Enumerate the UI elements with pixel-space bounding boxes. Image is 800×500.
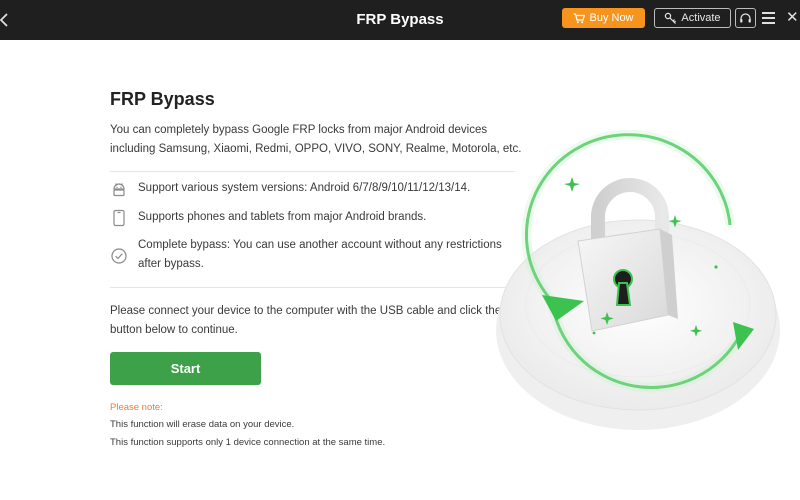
buy-now-label: Buy Now bbox=[589, 12, 634, 24]
page-title: FRP Bypass bbox=[110, 89, 215, 109]
activate-label: Activate bbox=[681, 12, 721, 24]
feature-text: Supports phones and tablets from major A… bbox=[138, 211, 427, 223]
feature-item-android: Support various system versions: Android… bbox=[110, 179, 470, 198]
divider bbox=[110, 287, 515, 288]
main-content: FRP Bypass You can completely bypass Goo… bbox=[0, 40, 800, 500]
menu-icon-bar bbox=[762, 12, 775, 14]
feature-text: Complete bypass: You can use another acc… bbox=[138, 239, 502, 270]
menu-icon-bar bbox=[762, 22, 775, 24]
lock-illustration bbox=[490, 125, 800, 445]
headset-icon bbox=[740, 12, 751, 22]
feature-text: Support various system versions: Android… bbox=[138, 182, 471, 194]
activate-button[interactable]: Activate bbox=[654, 8, 731, 28]
note-title: Please note: bbox=[110, 402, 163, 413]
buy-now-button[interactable]: Buy Now bbox=[562, 8, 645, 28]
note-line: This function supports only 1 device con… bbox=[110, 437, 386, 448]
page-description: You can completely bypass Google FRP loc… bbox=[110, 124, 522, 155]
cart-icon bbox=[573, 12, 586, 23]
note-line: This function will erase data on your de… bbox=[110, 419, 295, 430]
back-button[interactable] bbox=[0, 12, 10, 28]
menu-icon-bar bbox=[762, 17, 775, 19]
feature-item-complete-bypass: Complete bypass: You can use another acc… bbox=[110, 236, 520, 274]
feature-item-devices: Supports phones and tablets from major A… bbox=[110, 208, 426, 227]
close-button[interactable]: ✕ bbox=[786, 6, 800, 30]
android-icon bbox=[113, 183, 125, 197]
check-circle-icon bbox=[111, 248, 127, 264]
chevron-left-icon bbox=[0, 13, 8, 27]
key-icon bbox=[665, 12, 677, 24]
menu-button[interactable] bbox=[762, 10, 778, 26]
divider bbox=[110, 171, 515, 172]
close-icon: ✕ bbox=[786, 9, 799, 26]
connect-instructions: Please connect your device to the comput… bbox=[110, 305, 502, 336]
padlock-illustration-icon bbox=[496, 129, 780, 430]
start-button[interactable]: Start bbox=[110, 352, 261, 385]
phone-icon bbox=[113, 209, 125, 227]
support-button[interactable] bbox=[735, 8, 756, 28]
title-bar: FRP Bypass Buy Now Activate ✕ bbox=[0, 0, 800, 40]
